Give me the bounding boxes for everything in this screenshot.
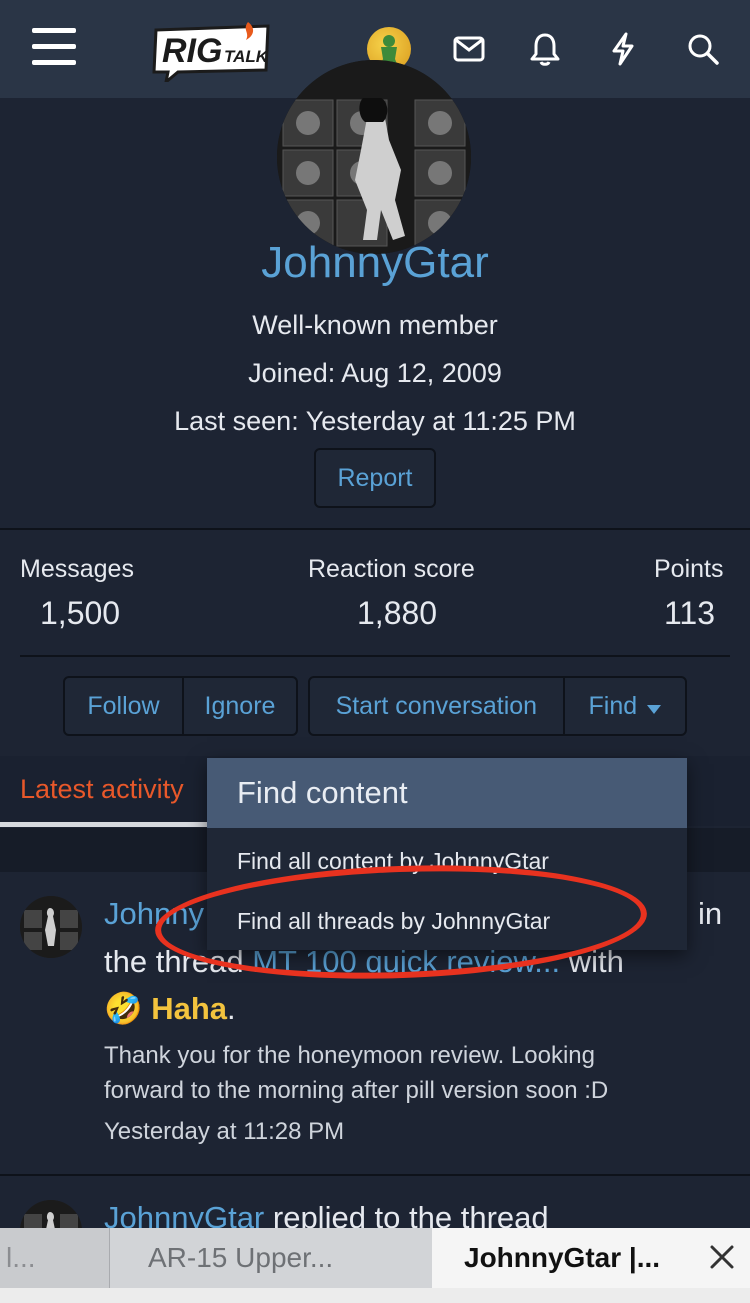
- active-tab-indicator: [0, 822, 210, 827]
- activity-snippet: forward to the morning after pill versio…: [104, 1077, 609, 1104]
- ignore-button[interactable]: Ignore: [181, 678, 296, 734]
- profile-avatar[interactable]: [277, 60, 471, 254]
- browser-tab[interactable]: l...: [0, 1228, 110, 1288]
- stat-label-reaction-score: Reaction score: [308, 555, 475, 583]
- bottom-bar: [0, 1288, 750, 1303]
- rigtalk-logo[interactable]: RIG TALK: [150, 20, 276, 86]
- find-all-threads-link[interactable]: Find all threads by JohnnyGtar: [237, 908, 550, 935]
- activity-text: .: [227, 991, 236, 1026]
- svg-text:TALK: TALK: [224, 47, 270, 66]
- search-icon[interactable]: [680, 26, 726, 72]
- start-conversation-button[interactable]: Start conversation: [310, 678, 563, 734]
- find-content-dropdown: Find content Find all content by JohnnyG…: [207, 758, 687, 950]
- profile-username: JohnnyGtar: [261, 238, 489, 287]
- divider: [20, 655, 730, 657]
- lightning-icon[interactable]: [600, 26, 646, 72]
- stat-value-reaction-score: 1,880: [357, 595, 438, 631]
- haha-emoji-icon: 🤣: [104, 991, 143, 1026]
- member-title: Well-known member: [252, 310, 498, 340]
- follow-button[interactable]: Follow: [65, 678, 182, 734]
- close-icon[interactable]: [708, 1243, 736, 1271]
- tab-latest-activity[interactable]: Latest activity: [20, 774, 184, 805]
- divider: [0, 528, 750, 530]
- caret-down-icon: [647, 692, 662, 721]
- dropdown-header: Find content: [207, 758, 687, 828]
- report-button[interactable]: Report: [314, 448, 436, 508]
- stat-label-points: Points: [654, 555, 724, 583]
- stat-label-messages: Messages: [20, 555, 134, 583]
- bell-icon[interactable]: [522, 26, 568, 72]
- last-seen: Last seen: Yesterday at 11:25 PM: [174, 406, 576, 436]
- find-button-label: Find: [588, 691, 638, 720]
- avatar[interactable]: [20, 896, 82, 958]
- reaction-label: Haha: [151, 991, 228, 1026]
- follow-ignore-group: Follow Ignore: [63, 676, 298, 736]
- activity-timestamp[interactable]: Yesterday at 11:28 PM: [104, 1118, 344, 1146]
- activity-line-1: Johnny: [104, 896, 204, 932]
- divider: [0, 1174, 750, 1176]
- activity-snippet: Thank you for the honeymoon review. Look…: [104, 1042, 595, 1069]
- mail-icon[interactable]: [446, 26, 492, 72]
- activity-user-link[interactable]: Johnny: [104, 896, 204, 931]
- activity-line-1-tail: in: [698, 896, 723, 931]
- menu-icon[interactable]: [32, 28, 76, 66]
- browser-tab-active[interactable]: JohnnyGtar |...: [432, 1228, 750, 1288]
- stat-value-messages[interactable]: 1,500: [40, 595, 120, 632]
- activity-line-3: 🤣 Haha.: [104, 990, 236, 1027]
- joined-date: Joined: Aug 12, 2009: [248, 358, 502, 388]
- svg-text:RIG: RIG: [162, 32, 222, 70]
- find-all-content-link[interactable]: Find all content by JohnnyGtar: [237, 848, 549, 875]
- conversation-find-group: Start conversation Find: [308, 676, 687, 736]
- stat-value-points[interactable]: 113: [664, 595, 715, 632]
- browser-tab[interactable]: AR-15 Upper...: [110, 1228, 432, 1288]
- find-button[interactable]: Find: [562, 678, 685, 734]
